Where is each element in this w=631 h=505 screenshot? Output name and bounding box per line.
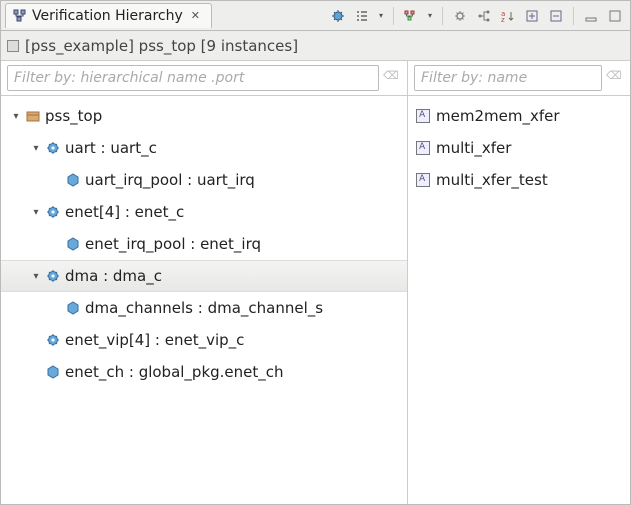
tree-row-label: enet_vip[4] : enet_vip_c — [65, 331, 244, 349]
clear-filter-icon[interactable]: ⌫ — [606, 69, 624, 87]
tab-title: Verification Hierarchy — [32, 8, 183, 24]
ports-icon[interactable] — [473, 5, 495, 27]
tree-row[interactable]: ▸enet_vip[4] : enet_vip_c — [1, 324, 407, 356]
list-item-label: multi_xfer_test — [436, 171, 548, 189]
list-item[interactable]: multi_xfer — [408, 132, 630, 164]
maximize-icon[interactable] — [604, 5, 626, 27]
clear-filter-icon[interactable]: ⌫ — [383, 69, 401, 87]
gear-icon — [45, 268, 61, 284]
tree-row[interactable]: ▾ pss_top — [1, 100, 407, 132]
svg-text:z: z — [501, 16, 505, 23]
tab-bar: Verification Hierarchy ✕ ▾ ▾ — [1, 1, 630, 31]
tree-row-label: pss_top — [45, 107, 102, 125]
sort-icon[interactable]: az — [497, 5, 519, 27]
hex-icon — [65, 300, 81, 316]
action-icon — [416, 141, 430, 155]
actions-list[interactable]: mem2mem_xfer multi_xfer multi_xfer_test — [408, 96, 630, 504]
hierarchy-tree[interactable]: ▾ pss_top ▾ uart : uart_c ▸uart_irq_pool : u… — [1, 96, 407, 504]
hex-icon — [45, 364, 61, 380]
actions-pane: ⌫ mem2mem_xfer multi_xfer multi_xfer_test — [408, 61, 630, 504]
expand-all-icon[interactable] — [521, 5, 543, 27]
breadcrumb-text: [pss_example] pss_top [9 instances] — [25, 37, 298, 55]
tab-verification-hierarchy[interactable]: Verification Hierarchy ✕ — [5, 3, 212, 28]
chevron-down-icon[interactable]: ▾ — [424, 5, 436, 27]
expander-expanded-icon[interactable]: ▾ — [29, 205, 43, 219]
gear-icon — [45, 332, 61, 348]
list-item[interactable]: mem2mem_xfer — [408, 100, 630, 132]
close-icon[interactable]: ✕ — [191, 9, 205, 23]
separator — [393, 7, 394, 25]
expander-expanded-icon[interactable]: ▾ — [29, 141, 43, 155]
tree-row[interactable]: ▸enet_ch : global_pkg.enet_ch — [1, 356, 407, 388]
action-icon — [416, 109, 430, 123]
separator — [573, 7, 574, 25]
tree-row[interactable]: ▸dma_channels : dma_channel_s — [1, 292, 407, 324]
tree-row-label: dma : dma_c — [65, 267, 162, 285]
verification-hierarchy-panel: Verification Hierarchy ✕ ▾ ▾ — [0, 0, 631, 505]
bug-icon[interactable] — [327, 5, 349, 27]
hex-icon — [65, 172, 81, 188]
list-item-label: multi_xfer — [436, 139, 511, 157]
gear-icon — [45, 204, 61, 220]
minimize-icon[interactable] — [580, 5, 602, 27]
tree-row[interactable]: ▾ enet[4] : enet_c — [1, 196, 407, 228]
tree-row[interactable]: ▾ dma : dma_c — [1, 260, 407, 292]
view-toolbar: ▾ ▾ az — [327, 5, 626, 27]
tree-row-label: enet_irq_pool : enet_irq — [85, 235, 261, 253]
hierarchy-pane: ⌫ ▾ pss_top ▾ uart : uart_c ▸uart_irq_pool :… — [1, 61, 408, 504]
breadcrumb[interactable]: [pss_example] pss_top [9 instances] — [1, 31, 630, 61]
expander-expanded-icon[interactable]: ▾ — [29, 269, 43, 283]
separator — [442, 7, 443, 25]
tree-row-label: uart_irq_pool : uart_irq — [85, 171, 255, 189]
tree-row[interactable]: ▾ uart : uart_c — [1, 132, 407, 164]
chevron-down-icon[interactable]: ▾ — [375, 5, 387, 27]
tree-mode-icon[interactable] — [400, 5, 422, 27]
expander-expanded-icon[interactable]: ▾ — [9, 109, 23, 123]
list-item-label: mem2mem_xfer — [436, 107, 560, 125]
list-icon[interactable] — [351, 5, 373, 27]
hex-icon — [65, 236, 81, 252]
collapse-all-icon[interactable] — [545, 5, 567, 27]
name-filter-input[interactable] — [414, 65, 602, 91]
hierarchy-filter-input[interactable] — [7, 65, 379, 91]
package-icon — [25, 108, 41, 124]
list-item[interactable]: multi_xfer_test — [408, 164, 630, 196]
tree-row-label: enet[4] : enet_c — [65, 203, 184, 221]
tree-row[interactable]: ▸uart_irq_pool : uart_irq — [1, 164, 407, 196]
tree-row-label: dma_channels : dma_channel_s — [85, 299, 323, 317]
tree-row-label: uart : uart_c — [65, 139, 157, 157]
gear-icon[interactable] — [449, 5, 471, 27]
action-icon — [416, 173, 430, 187]
gear-icon — [45, 140, 61, 156]
tree-row-label: enet_ch : global_pkg.enet_ch — [65, 363, 284, 381]
breadcrumb-icon — [7, 40, 19, 52]
hierarchy-icon — [12, 8, 28, 24]
tree-row[interactable]: ▸enet_irq_pool : enet_irq — [1, 228, 407, 260]
